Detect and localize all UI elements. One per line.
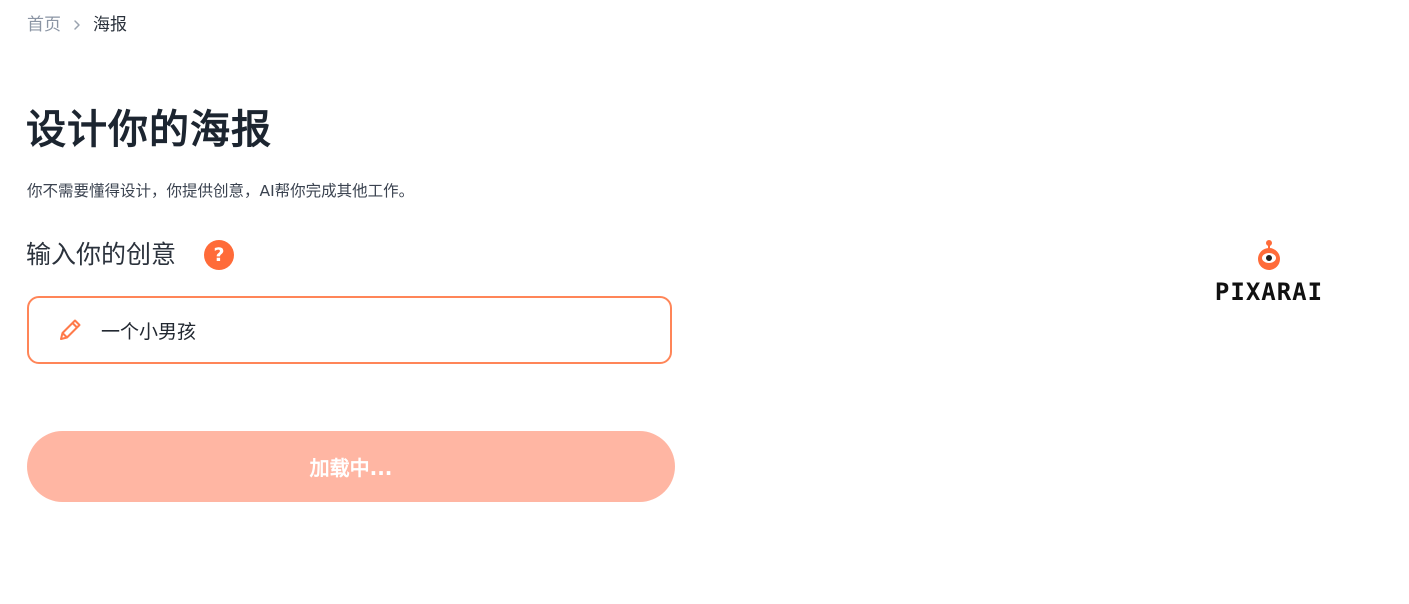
page-title: 设计你的海报: [26, 107, 272, 153]
idea-section-header: 输入你的创意 ?: [26, 238, 235, 272]
breadcrumb-home-link[interactable]: 首页: [27, 13, 61, 37]
page-subtitle: 你不需要懂得设计，你提供创意，AI帮你完成其他工作。: [27, 182, 415, 200]
pencil-icon: [55, 315, 85, 345]
idea-input[interactable]: [101, 319, 621, 341]
idea-input-box[interactable]: [27, 296, 672, 364]
logo-text: PIXARAI: [1214, 278, 1324, 306]
breadcrumb-current: 海报: [93, 15, 127, 35]
breadcrumb: 首页 海报: [27, 13, 127, 37]
question-icon[interactable]: ?: [204, 240, 235, 270]
robot-mascot-icon: [1258, 240, 1280, 270]
pixarai-logo: PIXARAI: [1200, 238, 1338, 318]
chevron-right-icon: [73, 19, 81, 31]
idea-section-title: 输入你的创意: [26, 240, 177, 269]
submit-loading-button[interactable]: 加载中...: [27, 431, 675, 502]
